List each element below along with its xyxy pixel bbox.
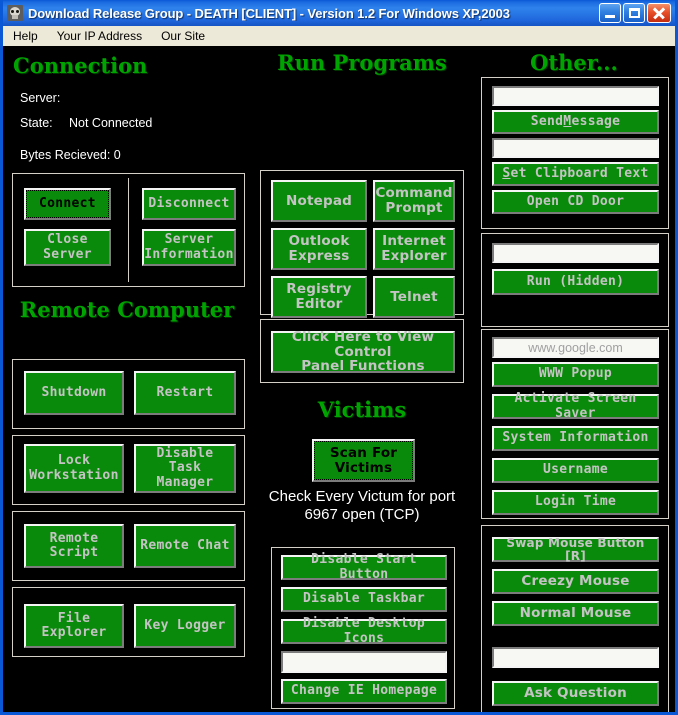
ask-question-input[interactable] (492, 647, 659, 668)
remote-script-button[interactable]: Remote Script (24, 524, 124, 568)
internet-explorer-button[interactable]: Internet Explorer (373, 228, 455, 270)
bytes-received-label: Bytes Recieved: 0 (20, 148, 121, 162)
connection-heading: Connection (13, 55, 138, 78)
www-popup-button[interactable]: WWW Popup (492, 362, 659, 387)
window-title: Download Release Group - DEATH [CLIENT] … (28, 6, 599, 21)
menu-item-help[interactable]: Help (9, 28, 47, 45)
victims-heading: Victims (251, 399, 473, 422)
application-window: Download Release Group - DEATH [CLIENT] … (0, 0, 678, 715)
set-clipboard-label: et Clipboard Text (510, 167, 648, 181)
creezy-mouse-button[interactable]: Creezy Mouse (492, 569, 659, 594)
remote-computer-heading: Remote Computer (3, 299, 251, 322)
swap-mouse-button-button[interactable]: Swap Mouse Button [R] (492, 537, 659, 562)
state-value: Not Connected (69, 116, 152, 130)
command-prompt-button[interactable]: Command Prompt (373, 180, 455, 222)
notepad-button[interactable]: Notepad (271, 180, 367, 222)
telnet-button[interactable]: Telnet (373, 276, 455, 318)
disconnect-button[interactable]: Disconnect (142, 188, 236, 220)
open-cd-door-button[interactable]: Open CD Door (492, 190, 659, 214)
www-popup-input[interactable]: www.google.com (492, 337, 659, 358)
lock-workstation-button[interactable]: Lock Workstation (24, 444, 124, 493)
send-message-accel: M (563, 115, 571, 129)
run-programs-heading: Run Programs (251, 52, 473, 75)
menu-item-our-site[interactable]: Our Site (157, 28, 214, 45)
set-clipboard-accel: S (502, 167, 510, 181)
ask-question-button[interactable]: Ask Question (492, 681, 659, 706)
key-logger-button[interactable]: Key Logger (134, 604, 236, 648)
disable-desktop-icons-button[interactable]: Disable Desktop Icons (281, 619, 447, 644)
connect-button[interactable]: Connect (24, 188, 111, 220)
remote-chat-button[interactable]: Remote Chat (134, 524, 236, 568)
change-ie-homepage-button[interactable]: Change IE Homepage (281, 679, 447, 704)
run-hidden-input[interactable] (492, 243, 659, 263)
close-button[interactable] (647, 3, 671, 23)
restart-button[interactable]: Restart (134, 371, 236, 415)
username-button[interactable]: Username (492, 458, 659, 483)
disable-start-button-button[interactable]: Disable Start Button (281, 555, 447, 580)
clipboard-input[interactable] (492, 138, 659, 158)
server-label: Server: (20, 91, 60, 105)
ie-homepage-input[interactable] (281, 651, 447, 673)
server-information-button[interactable]: Server Information (142, 229, 236, 266)
send-message-button[interactable]: Send Message (492, 110, 659, 134)
normal-mouse-button[interactable]: Normal Mouse (492, 601, 659, 626)
login-time-button[interactable]: Login Time (492, 490, 659, 515)
file-explorer-button[interactable]: File Explorer (24, 604, 124, 648)
set-clipboard-text-button[interactable]: Set Clipboard Text (492, 162, 659, 186)
title-bar: Download Release Group - DEATH [CLIENT] … (3, 0, 675, 26)
send-message-suffix: essage (571, 115, 620, 129)
minimize-button[interactable] (599, 3, 621, 23)
run-hidden-button[interactable]: Run (Hidden) (492, 269, 659, 295)
shutdown-button[interactable]: Shutdown (24, 371, 124, 415)
menu-bar: Help Your IP Address Our Site (3, 26, 675, 47)
main-content: Connection Server: State: Not Connected … (3, 47, 675, 709)
window-controls (599, 3, 673, 23)
control-panel-button[interactable]: Click Here to View Control Panel Functio… (271, 331, 455, 373)
maximize-button[interactable] (623, 3, 645, 23)
close-server-button[interactable]: Close Server (24, 229, 111, 266)
send-message-input[interactable] (492, 86, 659, 106)
state-label: State: (20, 116, 53, 130)
activate-screen-saver-button[interactable]: Activate Screen Saver (492, 394, 659, 419)
disable-task-manager-button[interactable]: Disable Task Manager (134, 444, 236, 493)
system-information-button[interactable]: System Information (492, 426, 659, 451)
registry-editor-button[interactable]: Registry Editor (271, 276, 367, 318)
other-heading: Other... (473, 52, 675, 75)
send-message-label: Send (531, 115, 564, 129)
victims-note: Check Every Victum for port 6967 open (T… (259, 488, 465, 525)
scan-for-victims-button[interactable]: Scan For Victims (312, 439, 415, 482)
disable-taskbar-button[interactable]: Disable Taskbar (281, 587, 447, 612)
menu-item-your-ip-address[interactable]: Your IP Address (53, 28, 151, 45)
skull-icon (7, 5, 23, 21)
outlook-express-button[interactable]: Outlook Express (271, 228, 367, 270)
